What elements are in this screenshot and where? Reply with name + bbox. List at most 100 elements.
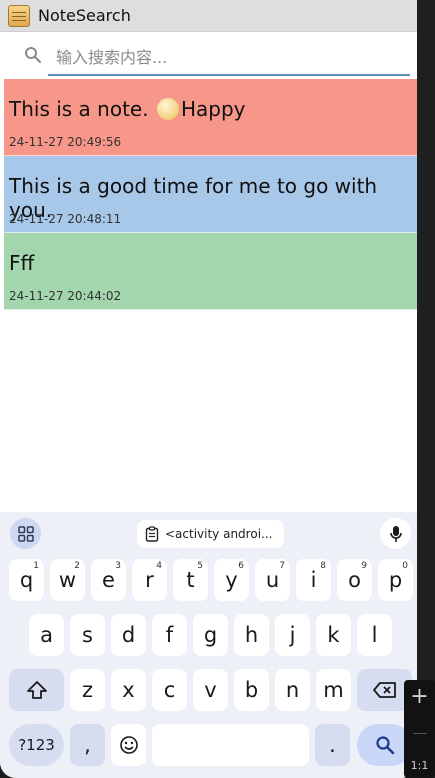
- comma-key[interactable]: ,: [70, 724, 105, 766]
- key-p[interactable]: p0: [378, 559, 413, 601]
- key-n[interactable]: n: [275, 669, 310, 711]
- key-label: f: [165, 623, 174, 647]
- key-number-hint: 8: [320, 561, 326, 571]
- key-label: h: [244, 623, 259, 647]
- key-label: t: [186, 568, 195, 592]
- window-edge: [417, 0, 435, 778]
- key-label: n: [285, 678, 300, 702]
- voice-input-button[interactable]: [380, 518, 411, 549]
- search-bar: [0, 32, 417, 78]
- note-title-text: This is a note.: [9, 97, 155, 121]
- key-c[interactable]: c: [152, 669, 187, 711]
- key-label: a: [40, 623, 53, 647]
- emulator-toolbar: + 1:1: [404, 680, 435, 778]
- clipboard-text: <activity androi...: [165, 527, 273, 541]
- key-u[interactable]: u7: [255, 559, 290, 601]
- grid-icon: [17, 525, 34, 542]
- key-label: w: [58, 568, 77, 592]
- key-o[interactable]: o9: [337, 559, 372, 601]
- key-label: x: [122, 678, 135, 702]
- key-label: b: [244, 678, 259, 702]
- key-label: e: [102, 568, 115, 592]
- key-number-hint: 9: [361, 561, 367, 571]
- soft-keyboard: <activity androi... q1w2e3r4t5y6u7i8o9p0…: [0, 512, 417, 778]
- key-label: c: [163, 678, 176, 702]
- key-label: m: [323, 678, 344, 702]
- key-d[interactable]: d: [111, 614, 146, 656]
- phone-screen: NoteSearch This is a note. Happy 24-11-2…: [0, 0, 417, 778]
- key-label: p: [388, 568, 403, 592]
- note-title-text-end: Happy: [180, 97, 246, 121]
- key-m[interactable]: m: [316, 669, 351, 711]
- key-y[interactable]: y6: [214, 559, 249, 601]
- notes-list: This is a note. Happy 24-11-27 20:49:56 …: [4, 79, 417, 310]
- key-label: r: [145, 568, 154, 592]
- note-timestamp: 24-11-27 20:44:02: [9, 289, 122, 303]
- key-number-hint: 2: [74, 561, 80, 571]
- symbols-key-label: ?123: [18, 736, 55, 754]
- key-v[interactable]: v: [193, 669, 228, 711]
- microphone-icon: [389, 525, 402, 542]
- key-label: o: [348, 568, 361, 592]
- shift-icon: [26, 681, 47, 699]
- keyboard-apps-button[interactable]: [10, 518, 41, 549]
- search-icon: [25, 47, 41, 63]
- divider: [412, 733, 427, 734]
- key-f[interactable]: f: [152, 614, 187, 656]
- key-label: y: [225, 568, 238, 592]
- key-label: i: [310, 568, 317, 592]
- key-label: g: [203, 623, 218, 647]
- note-item[interactable]: Fff 24-11-27 20:44:02: [4, 233, 417, 310]
- key-s[interactable]: s: [70, 614, 105, 656]
- space-key[interactable]: [152, 724, 309, 766]
- key-a[interactable]: a: [29, 614, 64, 656]
- key-number-hint: 0: [402, 561, 408, 571]
- app-title: NoteSearch: [38, 6, 131, 25]
- title-bar: NoteSearch: [0, 0, 417, 32]
- key-x[interactable]: x: [111, 669, 146, 711]
- key-t[interactable]: t5: [173, 559, 208, 601]
- key-g[interactable]: g: [193, 614, 228, 656]
- note-timestamp: 24-11-27 20:49:56: [9, 135, 122, 149]
- key-b[interactable]: b: [234, 669, 269, 711]
- note-item[interactable]: This is a note. Happy 24-11-27 20:49:56: [4, 79, 417, 156]
- key-i[interactable]: i8: [296, 559, 331, 601]
- period-key-label: .: [329, 733, 336, 757]
- symbols-key[interactable]: ?123: [9, 724, 64, 766]
- key-w[interactable]: w2: [50, 559, 85, 601]
- search-input[interactable]: [48, 40, 410, 76]
- emoji-key[interactable]: [111, 724, 146, 766]
- key-number-hint: 1: [33, 561, 39, 571]
- key-e[interactable]: e3: [91, 559, 126, 601]
- key-label: l: [371, 623, 378, 647]
- key-z[interactable]: z: [70, 669, 105, 711]
- key-label: v: [204, 678, 217, 702]
- key-k[interactable]: k: [316, 614, 351, 656]
- note-item[interactable]: This is a good time for me to go with yo…: [4, 156, 417, 233]
- key-number-hint: 3: [115, 561, 121, 571]
- key-q[interactable]: q1: [9, 559, 44, 601]
- clipboard-icon: [145, 526, 159, 542]
- shift-key[interactable]: [9, 669, 64, 711]
- note-title: This is a note. Happy: [9, 97, 245, 121]
- note-timestamp: 24-11-27 20:48:11: [9, 212, 122, 226]
- key-j[interactable]: j: [275, 614, 310, 656]
- key-number-hint: 6: [238, 561, 244, 571]
- search-icon: [375, 736, 394, 755]
- actual-size-button[interactable]: 1:1: [411, 759, 429, 772]
- backspace-icon: [372, 682, 396, 698]
- clipboard-suggestion[interactable]: <activity androi...: [137, 520, 284, 548]
- key-label: u: [265, 568, 280, 592]
- key-label: k: [327, 623, 340, 647]
- zoom-in-icon[interactable]: +: [410, 686, 428, 708]
- key-h[interactable]: h: [234, 614, 269, 656]
- key-label: s: [82, 623, 93, 647]
- comma-key-label: ,: [84, 733, 91, 757]
- key-label: z: [81, 678, 94, 702]
- key-r[interactable]: r4: [132, 559, 167, 601]
- period-key[interactable]: .: [315, 724, 350, 766]
- notepad-icon: [8, 4, 30, 27]
- key-l[interactable]: l: [357, 614, 392, 656]
- key-label: d: [121, 623, 136, 647]
- note-title: Fff: [9, 251, 35, 275]
